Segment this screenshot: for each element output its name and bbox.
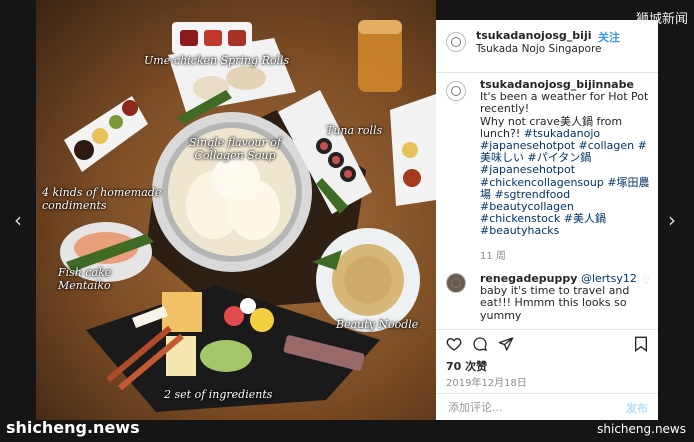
caption-hashtags[interactable]: #tsukadanojo #japanesehotpot #collagen #… (480, 127, 650, 238)
watermark-bottom-left: shicheng.news (6, 418, 140, 437)
bookmark-icon[interactable] (634, 336, 648, 352)
commenter-avatar[interactable] (446, 273, 466, 293)
header-username[interactable]: tsukadanojosg_biji (476, 29, 592, 42)
comment-mention[interactable]: @lertsy12 (581, 272, 637, 285)
post-caption: tsukadanojosg_bijinnabe It's been a weat… (480, 78, 652, 238)
comment-item: renegadepuppy @lertsy12 baby it's time t… (480, 272, 645, 322)
location-link[interactable]: Tsukada Nojo Singapore (476, 43, 602, 55)
caption-fishcake: Fish cake Mentaiko (58, 266, 112, 292)
caption-condiments: 4 kinds of homemade condiments (42, 186, 162, 212)
like-count[interactable]: 70 次赞 (446, 358, 487, 374)
comments-section: tsukadanojosg_bijinnabe It's been a weat… (436, 73, 658, 329)
post-actions: 70 次赞 2019年12月18日 发布 (436, 329, 658, 418)
prev-arrow-icon[interactable]: ‹ (14, 208, 22, 232)
comment-like-icon[interactable]: ♡ (642, 277, 650, 287)
caption-tuna: Tuna rolls (326, 124, 383, 137)
lightbox: ‹ › Ume-chicken Spring Rolls Single flav… (0, 0, 694, 442)
share-icon[interactable] (498, 336, 514, 352)
heart-icon[interactable] (446, 336, 462, 352)
caption-ingredients: 2 set of ingredients (164, 388, 273, 401)
comment-input[interactable] (446, 398, 600, 416)
watermark-top: 狮城新闻 (635, 12, 688, 27)
next-arrow-icon[interactable]: › (668, 208, 676, 232)
caption-spring-rolls: Ume-chicken Spring Rolls (144, 54, 290, 67)
post-date: 2019年12月18日 (446, 378, 527, 389)
caption-soup: Single flavour of Collagen Soup (189, 136, 281, 162)
caption-username[interactable]: tsukadanojosg_bijinnabe (480, 78, 634, 91)
comment-icon[interactable] (472, 336, 488, 352)
post-side-panel: tsukadanojosg_biji 关注 Tsukada Nojo Singa… (436, 20, 658, 420)
watermark-bottom-right: shicheng.news (597, 422, 686, 436)
post-header: tsukadanojosg_biji 关注 Tsukada Nojo Singa… (436, 20, 658, 73)
caption-avatar[interactable] (446, 81, 466, 101)
post-comment-button[interactable]: 发布 (626, 400, 648, 416)
post-photo: Ume-chicken Spring Rolls Single flavour … (36, 0, 436, 420)
comment-username[interactable]: renegadepuppy (480, 272, 577, 285)
comment-text: baby it's time to travel and eat!!! Hmmm… (480, 284, 630, 322)
add-comment-bar: 发布 (436, 393, 658, 419)
avatar[interactable] (446, 32, 466, 52)
caption-noodle: Beauty Noodle (336, 318, 419, 331)
post-age: 11 周 (480, 251, 506, 262)
